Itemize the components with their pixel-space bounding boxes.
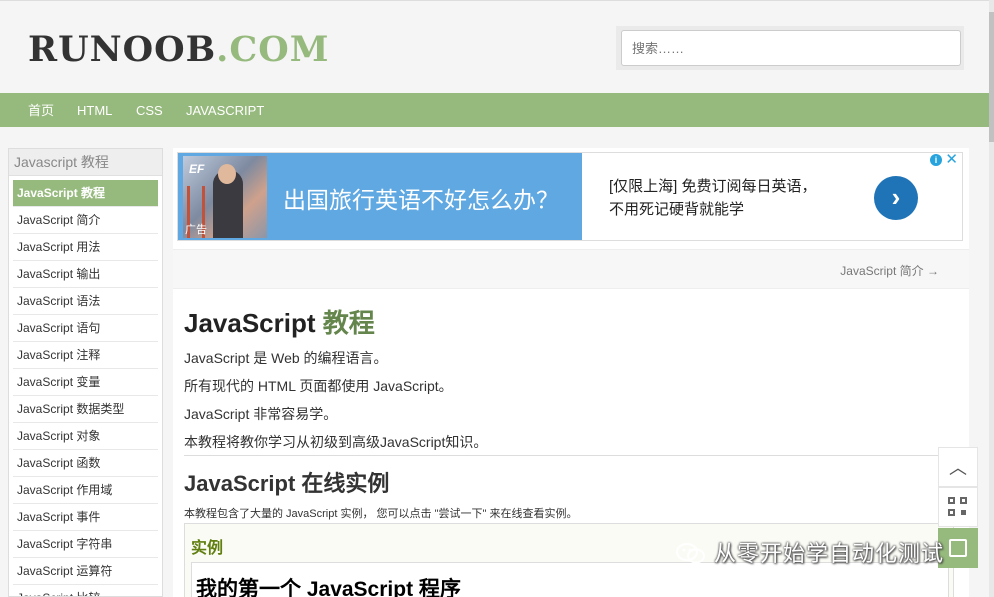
intro-paragraph: 所有现代的 HTML 页面都使用 JavaScript。 xyxy=(184,378,453,394)
back-to-top-button[interactable]: ︿ xyxy=(938,447,978,487)
ad-label: 广告 xyxy=(185,224,207,236)
sidebar-item-datatypes[interactable]: JavaScript 数据类型 xyxy=(13,396,158,423)
site-logo[interactable]: RUNOOB.COM xyxy=(28,30,329,70)
page-title-highlight: 教程 xyxy=(322,308,375,338)
sidebar-item-scope[interactable]: JavaScript 作用域 xyxy=(13,477,158,504)
main-content: EF 广告 出国旅行英语不好怎么办？ [仅限上海] 免费订阅每日英语，不用死记硬… xyxy=(173,148,969,597)
qr-code-icon xyxy=(948,497,968,517)
page-nav-bar: JavaScript 简介 → xyxy=(173,249,969,289)
nav-item-html[interactable]: HTML xyxy=(77,93,112,129)
search-input[interactable] xyxy=(621,30,961,66)
sidebar-item-operators[interactable]: JavaScript 运算符 xyxy=(13,558,158,585)
section-description: 本教程包含了大量的 JavaScript 实例， 您可以点击 "尝试一下" 来在… xyxy=(184,508,578,520)
logo-main: RUNOOB xyxy=(28,29,217,70)
sidebar-item-tutorial[interactable]: JavaScript 教程 xyxy=(13,180,158,207)
next-page-link[interactable]: JavaScript 简介 → xyxy=(840,262,939,279)
nav-item-javascript[interactable]: JAVASCRIPT xyxy=(186,93,264,129)
sidebar-item-variables[interactable]: JavaScript 变量 xyxy=(13,369,158,396)
scrollbar-thumb[interactable] xyxy=(989,12,994,142)
sidebar-item-syntax[interactable]: JavaScript 语法 xyxy=(13,288,158,315)
ad-left-panel[interactable]: EF 广告 出国旅行英语不好怎么办？ xyxy=(178,153,582,240)
chevron-up-icon: ︿ xyxy=(949,458,967,478)
nav-item-css[interactable]: CSS xyxy=(136,93,163,129)
example-label: 实例 xyxy=(191,540,224,557)
page-title-plain: JavaScript xyxy=(184,308,323,338)
ad-info-icon[interactable]: i xyxy=(930,154,942,166)
intro-paragraph: JavaScript 是 Web 的编程语言。 xyxy=(184,350,388,366)
sidebar-item-output[interactable]: JavaScript 输出 xyxy=(13,261,158,288)
logo-tld: .COM xyxy=(216,29,330,70)
nav-item-home[interactable]: 首页 xyxy=(28,93,54,129)
section-title: JavaScript 在线实例 xyxy=(184,471,390,496)
ad-image[interactable]: EF 广告 xyxy=(183,156,267,238)
sidebar-item-comments[interactable]: JavaScript 注释 xyxy=(13,342,158,369)
ad-headline[interactable]: 出国旅行英语不好怎么办？ xyxy=(283,181,559,215)
sidebar-heading: Javascript 教程 xyxy=(9,149,162,176)
sidebar-item-intro[interactable]: JavaScript 简介 xyxy=(13,207,158,234)
page-title: JavaScript 教程 xyxy=(184,303,375,340)
feedback-icon xyxy=(949,539,967,557)
ad-description[interactable]: [仅限上海] 免费订阅每日英语，不用死记硬背就能学 xyxy=(609,175,819,221)
sidebar: Javascript 教程 JavaScript 教程 JavaScript 简… xyxy=(8,148,163,597)
watermark: 从零开始学自动化测试 xyxy=(676,536,944,568)
sidebar-item-usage[interactable]: JavaScript 用法 xyxy=(13,234,158,261)
wechat-icon xyxy=(676,543,705,564)
sidebar-item-statements[interactable]: JavaScript 语句 xyxy=(13,315,158,342)
sidebar-item-strings[interactable]: JavaScript 字符串 xyxy=(13,531,158,558)
sidebar-item-events[interactable]: JavaScript 事件 xyxy=(13,504,158,531)
search-container xyxy=(616,26,964,70)
ad-close-icon[interactable]: ✕ xyxy=(945,152,958,167)
qr-code-button[interactable] xyxy=(938,487,978,527)
watermark-text: 从零开始学自动化测试 xyxy=(714,541,945,566)
ad-banner[interactable]: EF 广告 出国旅行英语不好怎么办？ [仅限上海] 免费订阅每日英语，不用死记硬… xyxy=(177,152,963,241)
ad-brand-logo: EF xyxy=(189,162,205,176)
intro-paragraph: 本教程将教你学习从初级到高级JavaScript知识。 xyxy=(184,434,488,450)
face-graphic xyxy=(218,164,236,184)
sidebar-item-comparison[interactable]: JavaScript 比较 xyxy=(13,585,158,596)
divider xyxy=(184,455,964,456)
page-scrollbar[interactable] xyxy=(989,0,994,597)
intro-paragraph: JavaScript 非常容易学。 xyxy=(184,406,338,422)
main-nav: 首页 HTML CSS JAVASCRIPT xyxy=(0,93,990,127)
ad-arrow-button[interactable]: › xyxy=(874,176,918,220)
site-header: RUNOOB.COM xyxy=(0,0,994,94)
sidebar-item-functions[interactable]: JavaScript 函数 xyxy=(13,450,158,477)
example-code-title: 我的第一个 JavaScript 程序 xyxy=(196,578,461,597)
sidebar-item-objects[interactable]: JavaScript 对象 xyxy=(13,423,158,450)
